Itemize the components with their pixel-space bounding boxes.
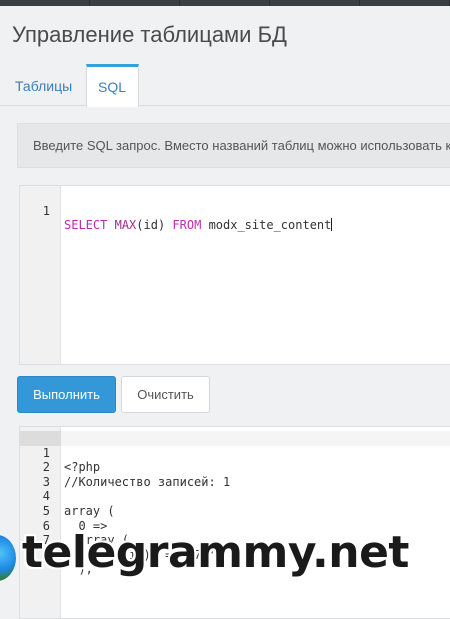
result-line: 3: [20, 460, 63, 489]
tab-sql[interactable]: SQL: [86, 64, 139, 107]
sql-code[interactable]: SELECT MAX(id) FROM modx_site_content: [64, 218, 333, 233]
sql-args: (id): [136, 218, 166, 233]
text-cursor: [331, 218, 333, 232]
top-nav-bar: [0, 0, 450, 6]
result-line: 5 0 =>: [20, 489, 108, 533]
result-line: 4 array (: [20, 475, 115, 518]
result-line: 2 //Количество записей: 1: [20, 446, 230, 489]
sql-table-name: modx_site_content: [208, 218, 332, 233]
top-nav-segment[interactable]: [270, 0, 360, 6]
globe-logo-icon: [0, 535, 16, 581]
watermark-text: telegrammy.net: [22, 527, 409, 578]
top-nav-segment[interactable]: [90, 0, 180, 6]
tab-tables[interactable]: Таблицы: [0, 64, 87, 106]
sql-query-editor[interactable]: 1 SELECT MAX(id) FROM modx_site_content: [19, 185, 450, 365]
sql-keyword-from: FROM: [172, 218, 202, 233]
editor-line: 1 SELECT MAX(id) FROM modx_site_content: [20, 189, 333, 232]
result-comment: //Количество записей: 1: [64, 474, 231, 489]
top-nav-segment[interactable]: [0, 0, 90, 6]
active-line-highlight: [61, 431, 450, 446]
result-code: array (: [64, 503, 115, 518]
result-line: 6 array (: [20, 504, 129, 548]
top-nav-segment[interactable]: [180, 0, 270, 6]
run-button[interactable]: Выполнить: [17, 376, 116, 413]
sql-function-max: MAX: [114, 218, 137, 233]
line-number: 1: [42, 203, 50, 218]
top-nav-segment[interactable]: [360, 0, 450, 6]
sql-keyword-select: SELECT: [64, 218, 108, 233]
tab-bar: Таблицы SQL: [0, 64, 450, 107]
watermark: telegrammy.net: [0, 523, 450, 593]
result-code: <?php: [64, 460, 101, 475]
clear-button[interactable]: Очистить: [121, 376, 210, 413]
sql-hint: Введите SQL запрос. Вместо названий табл…: [17, 123, 450, 168]
page-title: Управление таблицами БД: [12, 22, 287, 47]
result-line: 1 <?php: [20, 431, 100, 475]
